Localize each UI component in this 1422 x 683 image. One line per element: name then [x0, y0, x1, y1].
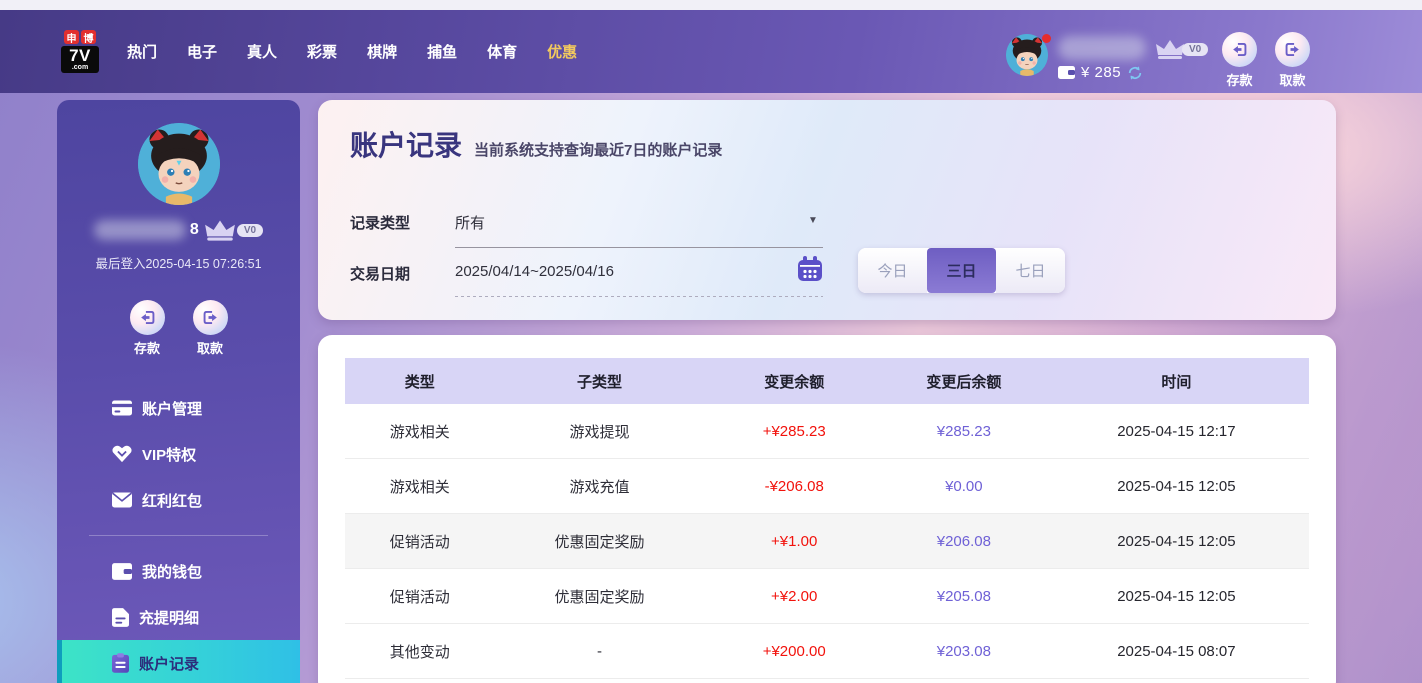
col-header-subtype: 子类型 — [494, 371, 704, 392]
sidebar-item-deposit-withdraw-details[interactable]: 充提明细 — [57, 594, 300, 640]
nav-item-cards[interactable]: 棋牌 — [367, 41, 397, 62]
blurred-username — [94, 220, 186, 240]
record-type-underline — [455, 247, 823, 248]
page-root: 申 博 7V .com 热门 电子 真人 彩票 棋牌 捕鱼 体育 优惠 — [0, 0, 1422, 683]
crown-icon — [203, 218, 237, 242]
site-logo[interactable]: 申 博 7V .com — [57, 30, 103, 73]
withdraw-button[interactable]: 取款 — [1275, 32, 1310, 89]
deposit-label: 存款 — [134, 338, 160, 357]
col-header-time: 时间 — [1044, 371, 1309, 392]
blurred-username — [1058, 36, 1146, 60]
nav-item-slots[interactable]: 电子 — [187, 41, 217, 62]
deposit-icon — [1230, 40, 1249, 59]
sidebar-item-account-management[interactable]: 账户管理 — [57, 385, 300, 431]
username-visible-suffix: 8 — [190, 221, 199, 239]
balance-amount: ¥ 285 — [1081, 64, 1121, 81]
logo-com: .com — [61, 64, 99, 71]
nav-item-live[interactable]: 真人 — [247, 41, 277, 62]
envelope-icon — [112, 492, 132, 508]
col-header-type: 类型 — [345, 371, 494, 392]
wallet-icon — [112, 563, 132, 580]
sidebar-item-my-wallet[interactable]: 我的钱包 — [57, 548, 300, 594]
nav-user-area: ¥ 285 V0 — [1006, 34, 1208, 81]
nav-item-lottery[interactable]: 彩票 — [307, 41, 337, 62]
table-row: 游戏相关 游戏提现 +¥285.23 ¥285.23 2025-04-15 12… — [345, 404, 1309, 459]
nav-wallet-actions: 存款 取款 — [1222, 32, 1310, 89]
logo-7v: 7V — [61, 47, 99, 64]
logo-char-2: 博 — [81, 30, 96, 44]
table-row: 游戏相关 游戏充值 -¥206.08 ¥0.00 2025-04-15 12:0… — [345, 459, 1309, 514]
page-subtitle: 当前系统支持查询最近7日的账户记录 — [474, 139, 722, 160]
transaction-date-label: 交易日期 — [350, 263, 410, 284]
sidebar-item-account-records[interactable]: 账户记录 — [57, 640, 300, 683]
chevron-down-icon[interactable]: ▼ — [808, 215, 818, 226]
nav-item-hot[interactable]: 热门 — [127, 41, 157, 62]
account-records-header-card: 账户记录 当前系统支持查询最近7日的账户记录 记录类型 所有 ▼ 交易日期 20… — [318, 100, 1336, 320]
withdraw-icon — [201, 308, 220, 327]
sidebar-user-avatar[interactable] — [138, 123, 220, 205]
calendar-icon[interactable] — [796, 255, 824, 288]
col-header-change: 变更余额 — [705, 371, 884, 392]
avatar-illustration — [138, 123, 220, 205]
page-title: 账户记录 — [350, 124, 462, 164]
gem-heart-icon — [112, 445, 132, 463]
col-header-after: 变更后余额 — [884, 371, 1044, 392]
three-day-button[interactable]: 三日 — [927, 248, 996, 293]
sidebar-item-bonus-redpacket[interactable]: 红利红包 — [57, 477, 300, 523]
date-range-quick-buttons: 今日 三日 七日 — [858, 248, 1065, 293]
sidebar-withdraw-button[interactable]: 取款 — [193, 300, 228, 357]
clipboard-icon — [112, 653, 129, 673]
vip-level-badge: V0 — [237, 224, 263, 237]
vip-level-badge: V0 — [1182, 43, 1208, 56]
sidebar-item-vip-privileges[interactable]: VIP特权 — [57, 431, 300, 477]
sidebar: 8 V0 最后登入2025-04-15 07:26:51 存款 — [57, 100, 300, 683]
refresh-icon[interactable] — [1127, 65, 1143, 81]
notification-dot — [1042, 34, 1051, 43]
main-nav-menu: 热门 电子 真人 彩票 棋牌 捕鱼 体育 优惠 — [127, 41, 577, 62]
today-button[interactable]: 今日 — [858, 248, 927, 293]
nav-item-promo[interactable]: 优惠 — [547, 41, 577, 62]
record-type-label: 记录类型 — [350, 212, 410, 233]
table-row: 促销活动 优惠固定奖励 +¥1.00 ¥206.08 2025-04-15 12… — [345, 514, 1309, 569]
wallet-icon — [1058, 66, 1075, 79]
sidebar-username-row: 8 V0 — [57, 218, 300, 242]
top-navbar: 申 博 7V .com 热门 电子 真人 彩票 棋牌 捕鱼 体育 优惠 — [0, 10, 1422, 93]
last-login-text: 最后登入2025-04-15 07:26:51 — [57, 253, 300, 272]
nav-item-fishing[interactable]: 捕鱼 — [427, 41, 457, 62]
sidebar-menu: 账户管理 VIP特权 红利红包 — [57, 385, 300, 683]
nav-item-sports[interactable]: 体育 — [487, 41, 517, 62]
withdraw-icon — [1283, 40, 1302, 59]
table-row: 促销活动 优惠固定奖励 +¥2.00 ¥205.08 2025-04-15 12… — [345, 569, 1309, 624]
record-type-select[interactable]: 所有 — [455, 212, 485, 233]
sidebar-divider — [89, 535, 268, 536]
date-underline — [455, 296, 823, 297]
table-row: 其他变动 - +¥200.00 ¥203.08 2025-04-15 08:07 — [345, 624, 1309, 679]
account-records-table-card: 类型 子类型 变更余额 变更后余额 时间 游戏相关 游戏提现 +¥285.23 … — [318, 335, 1336, 683]
seven-day-button[interactable]: 七日 — [996, 248, 1065, 293]
deposit-icon — [138, 308, 157, 327]
table-header-row: 类型 子类型 变更余额 变更后余额 时间 — [345, 358, 1309, 404]
document-icon — [112, 608, 129, 627]
deposit-button[interactable]: 存款 — [1222, 32, 1257, 89]
withdraw-label: 取款 — [197, 338, 223, 357]
sidebar-deposit-button[interactable]: 存款 — [130, 300, 165, 357]
deposit-label: 存款 — [1226, 70, 1252, 89]
logo-char-1: 申 — [64, 30, 79, 44]
bank-card-icon — [112, 400, 132, 416]
records-table: 类型 子类型 变更余额 变更后余额 时间 游戏相关 游戏提现 +¥285.23 … — [345, 358, 1309, 679]
top-strip — [0, 0, 1422, 10]
transaction-date-input[interactable]: 2025/04/14~2025/04/16 — [455, 263, 614, 280]
withdraw-label: 取款 — [1279, 70, 1305, 89]
